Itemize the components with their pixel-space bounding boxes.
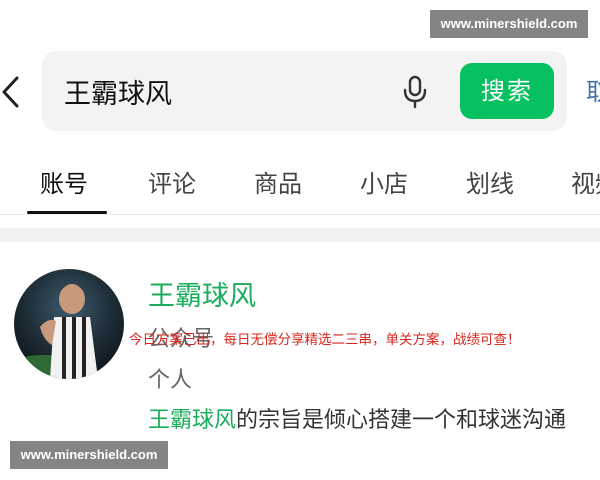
chevron-left-icon[interactable] bbox=[0, 74, 22, 110]
result-tabs: 账号 评论 商品 小店 划线 视频 bbox=[0, 150, 600, 218]
overlay-promo-text: 今日方案已出，每日无偿分享精选二三串，单关方案，战绩可查！ bbox=[129, 332, 521, 348]
search-input[interactable] bbox=[64, 70, 394, 112]
watermark-bottom: www.minershield.com bbox=[10, 441, 168, 469]
account-description: 王霸球风的宗旨是倾心搭建一个和球迷沟通 bbox=[148, 402, 566, 434]
account-category: 个人 bbox=[148, 368, 193, 393]
cancel-link[interactable]: 取 bbox=[586, 72, 600, 107]
section-separator bbox=[0, 228, 600, 242]
tab-comments[interactable]: 评论 bbox=[148, 164, 196, 199]
description-text: 的宗旨是倾心搭建一个和球迷沟通 bbox=[236, 408, 567, 433]
tab-accounts[interactable]: 账号 bbox=[40, 164, 88, 199]
search-box: 搜索 bbox=[42, 51, 567, 131]
watermark-top: www.minershield.com bbox=[430, 10, 588, 38]
account-name[interactable]: 王霸球风 bbox=[148, 274, 256, 313]
tab-products[interactable]: 商品 bbox=[254, 164, 302, 199]
tab-shops[interactable]: 小店 bbox=[360, 164, 408, 199]
avatar[interactable] bbox=[14, 269, 124, 379]
tab-videos[interactable]: 视频 bbox=[571, 164, 600, 199]
tabs-divider bbox=[0, 214, 600, 215]
microphone-icon[interactable] bbox=[402, 75, 428, 109]
description-highlight: 王霸球风 bbox=[148, 408, 237, 433]
search-button[interactable]: 搜索 bbox=[460, 63, 554, 119]
tab-highlights[interactable]: 划线 bbox=[466, 164, 514, 199]
